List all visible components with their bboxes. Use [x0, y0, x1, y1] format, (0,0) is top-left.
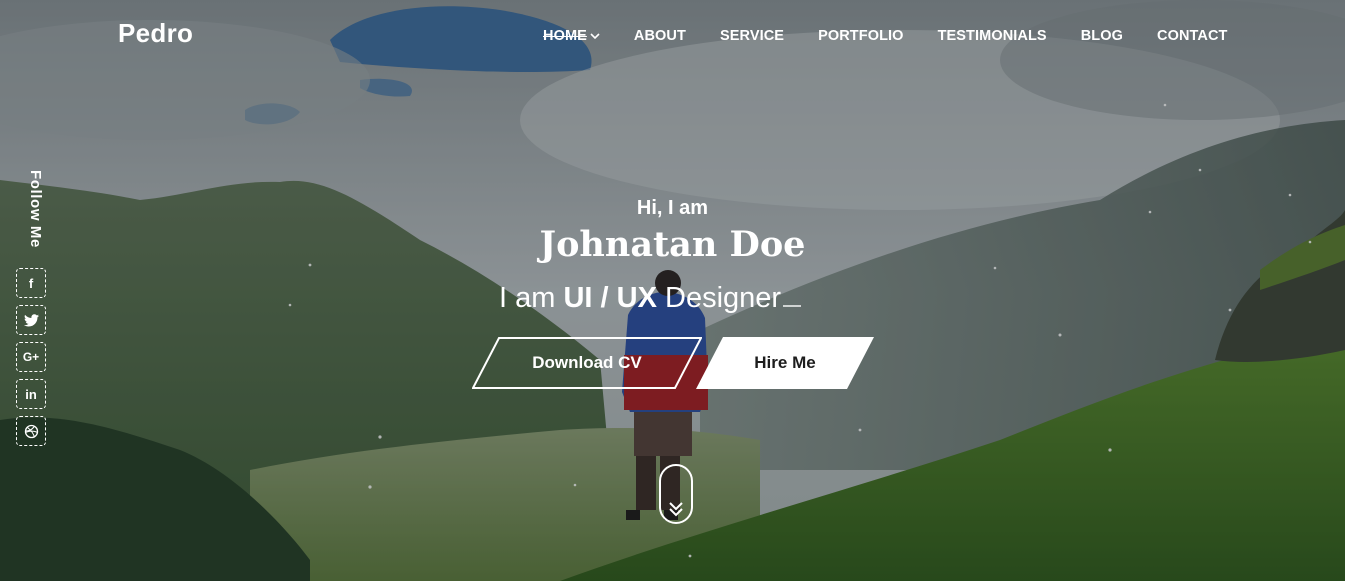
double-chevron-down-icon — [669, 502, 683, 517]
nav-item-about[interactable]: ABOUT — [634, 28, 686, 44]
hero-role-highlight: UI / UX — [563, 282, 657, 314]
main-nav: HOME ABOUT SERVICE PORTFOLIO TESTIMONIAL… — [543, 28, 1228, 44]
hero-greeting: Hi, I am — [636, 197, 709, 219]
hero-role-suffix: Designer — [656, 282, 782, 314]
google-plus-link[interactable]: G+ — [16, 342, 46, 372]
chevron-down-icon — [590, 33, 600, 40]
twitter-icon — [23, 313, 39, 326]
dribbble-link[interactable] — [16, 416, 46, 446]
facebook-icon: f — [28, 275, 34, 291]
nav-item-portfolio[interactable]: PORTFOLIO — [818, 28, 903, 44]
facebook-link[interactable]: f — [16, 268, 46, 298]
download-cv-label: Download CV — [532, 353, 642, 372]
hire-me-button[interactable]: Hire Me — [696, 337, 874, 389]
typing-cursor — [783, 305, 802, 307]
twitter-link[interactable] — [16, 305, 46, 335]
hire-me-label: Hire Me — [754, 353, 816, 372]
site-logo[interactable]: Pedro — [118, 18, 193, 49]
dribbble-icon — [24, 424, 38, 438]
nav-item-contact[interactable]: CONTACT — [1157, 28, 1228, 44]
linkedin-link[interactable]: in — [16, 379, 46, 409]
google-plus-icon: G+ — [22, 350, 40, 364]
nav-item-home[interactable]: HOME — [543, 28, 600, 44]
hero-name: Johnatan Doe — [539, 224, 806, 265]
hero-role: I am UI / UX Designer — [499, 282, 802, 315]
hero-section: Pedro HOME ABOUT SERVICE PORTFOLIO TESTI… — [0, 0, 1345, 581]
nav-item-service[interactable]: SERVICE — [720, 28, 784, 44]
nav-item-blog[interactable]: BLOG — [1081, 28, 1123, 44]
nav-item-testimonials[interactable]: TESTIMONIALS — [938, 28, 1047, 44]
nav-label-home: HOME — [543, 28, 587, 44]
linkedin-icon: in — [25, 386, 37, 402]
social-links: f G+ in — [16, 268, 46, 446]
hero-role-prefix: I am — [499, 282, 564, 314]
scroll-down-button[interactable] — [659, 464, 693, 524]
download-cv-button[interactable]: Download CV — [472, 337, 702, 389]
